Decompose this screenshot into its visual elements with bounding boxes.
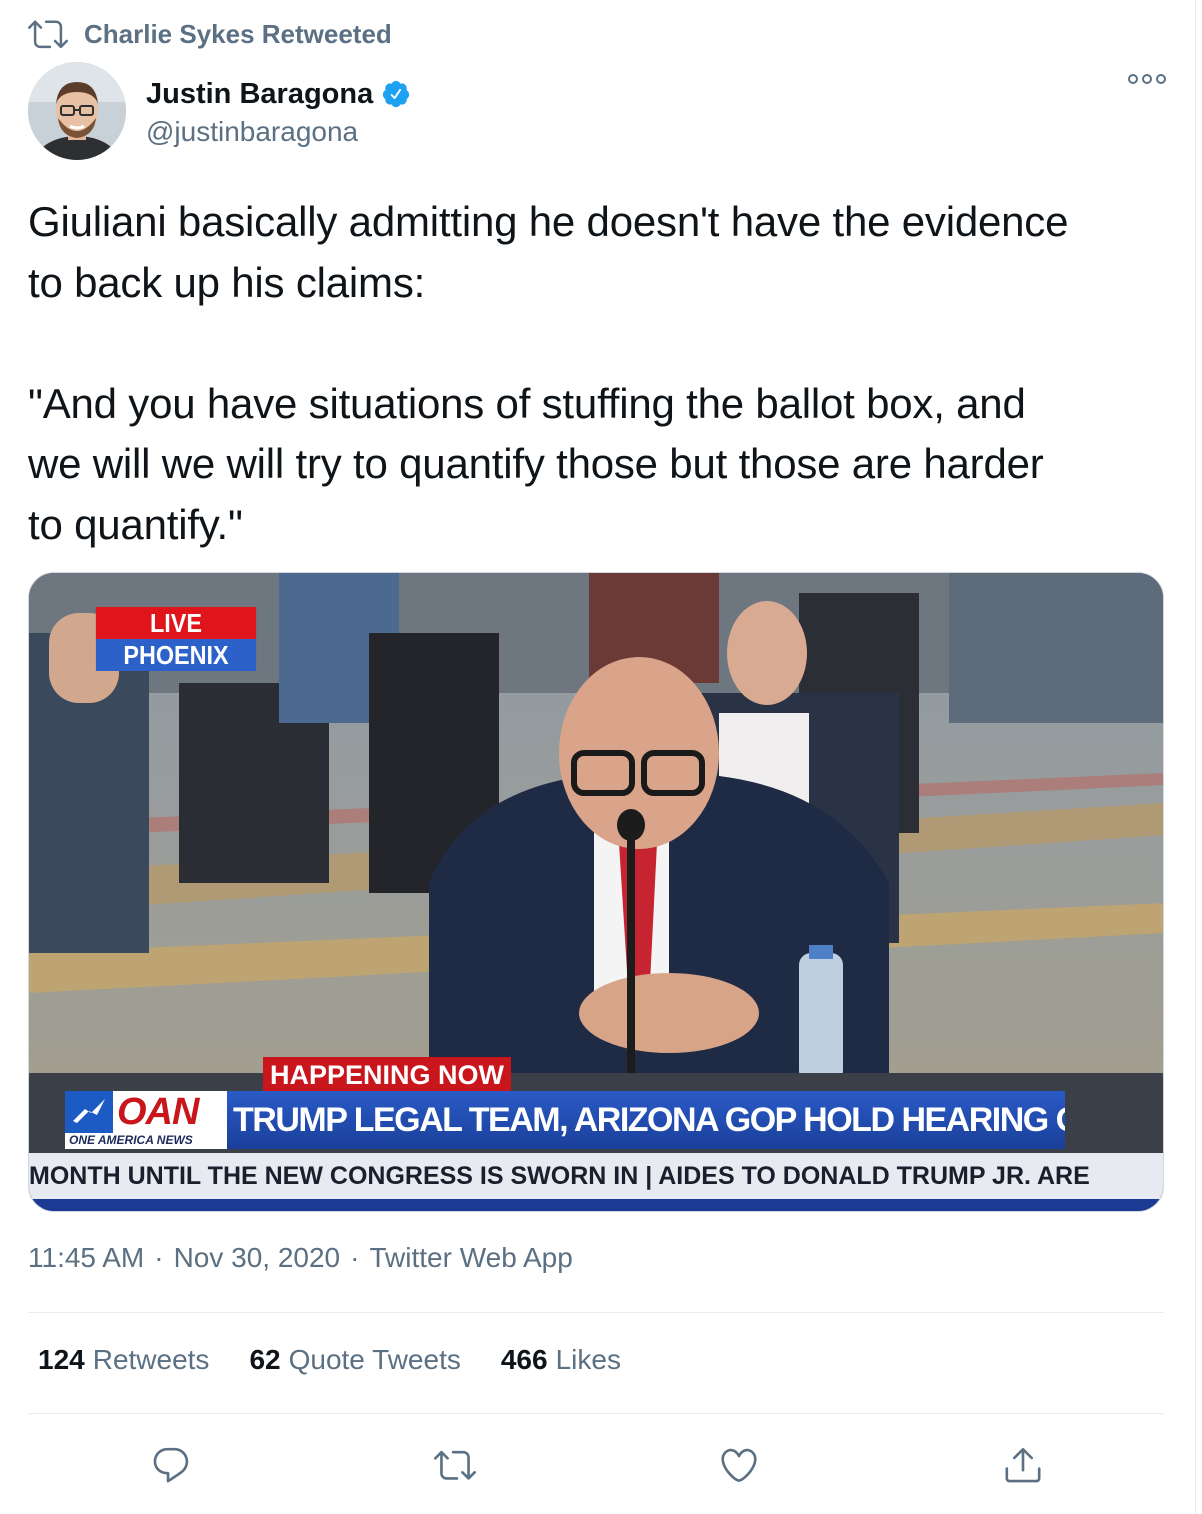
- author-handle[interactable]: @justinbaragona: [146, 116, 411, 148]
- happening-now-label: HAPPENING NOW: [263, 1057, 511, 1093]
- network-logo-text: OAN: [117, 1090, 199, 1133]
- divider: [28, 1413, 1164, 1414]
- reply-icon[interactable]: [146, 1440, 196, 1490]
- retweet-icon: [28, 20, 68, 49]
- retweet-icon[interactable]: [430, 1440, 480, 1490]
- news-headline: TRUMP LEGAL TEAM, ARIZONA GOP HOLD HEARI…: [227, 1091, 1065, 1149]
- divider: [28, 1312, 1164, 1313]
- author-display-name[interactable]: Justin Baragona: [146, 78, 373, 111]
- meta-separator: ·: [154, 1242, 164, 1273]
- likes-stat[interactable]: 466 Likes: [501, 1344, 621, 1376]
- network-logo: OAN: [65, 1091, 227, 1133]
- retweeter-link[interactable]: Charlie Sykes Retweeted: [84, 19, 392, 50]
- tweet-media[interactable]: LIVE PHOENIX HAPPENING NOW OAN ONE AMERI…: [28, 572, 1164, 1212]
- meta-separator: ·: [350, 1242, 360, 1273]
- tweet-author: Justin Baragona @justinbaragona: [28, 62, 411, 160]
- location-label: PHOENIX: [95, 639, 257, 671]
- share-icon[interactable]: [998, 1440, 1048, 1490]
- retweet-context: Charlie Sykes Retweeted: [28, 14, 392, 54]
- tweet-time[interactable]: 11:45 AM: [28, 1242, 144, 1274]
- avatar[interactable]: [28, 62, 126, 160]
- tweet-actions: [0, 1440, 1202, 1490]
- live-location-bug: LIVE PHOENIX: [87, 607, 265, 671]
- retweets-stat[interactable]: 124 Retweets: [38, 1344, 209, 1376]
- like-icon[interactable]: [714, 1440, 764, 1490]
- ticker-bar: [29, 1199, 1163, 1211]
- eagle-icon: [65, 1091, 113, 1133]
- right-border: [1195, 0, 1196, 1514]
- tweet-date[interactable]: Nov 30, 2020: [174, 1242, 341, 1274]
- tweet-source[interactable]: Twitter Web App: [369, 1242, 572, 1274]
- news-ticker: MONTH UNTIL THE NEW CONGRESS IS SWORN IN…: [29, 1153, 1163, 1199]
- quote-tweets-stat[interactable]: 62 Quote Tweets: [249, 1344, 460, 1376]
- tweet-meta: 11:45 AM · Nov 30, 2020 · Twitter Web Ap…: [28, 1242, 573, 1274]
- network-name: ONE AMERICA NEWS: [69, 1133, 193, 1147]
- more-options-icon[interactable]: [1128, 74, 1166, 84]
- tweet-text: Giuliani basically admitting he doesn't …: [28, 198, 1069, 548]
- tweet-stats: 124 Retweets 62 Quote Tweets 466 Likes: [38, 1344, 621, 1376]
- verified-badge-icon: [381, 79, 411, 109]
- live-label: LIVE: [95, 607, 257, 639]
